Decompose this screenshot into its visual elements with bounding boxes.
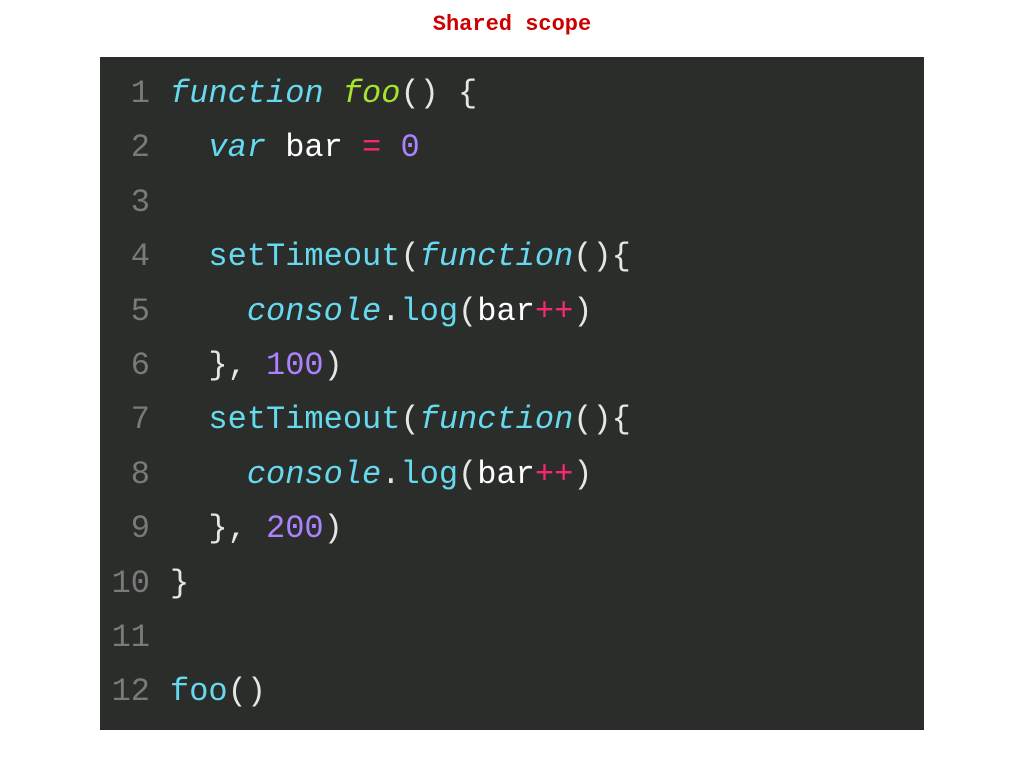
code-line: 8 console.log(bar++) <box>100 448 924 502</box>
code-line: 2 var bar = 0 <box>100 121 924 175</box>
line-number: 7 <box>100 393 170 447</box>
code-line: 3 <box>100 176 924 230</box>
code-line: 9 }, 200) <box>100 502 924 556</box>
line-number: 6 <box>100 339 170 393</box>
code-content: function foo() { <box>170 67 477 121</box>
code-line: 6 }, 100) <box>100 339 924 393</box>
code-line: 10 } <box>100 557 924 611</box>
line-number: 12 <box>100 665 170 719</box>
code-line: 1 function foo() { <box>100 67 924 121</box>
code-editor: 1 function foo() { 2 var bar = 0 3 4 set… <box>100 57 924 730</box>
line-number: 1 <box>100 67 170 121</box>
line-number: 10 <box>100 557 170 611</box>
line-number: 4 <box>100 230 170 284</box>
code-line: 5 console.log(bar++) <box>100 285 924 339</box>
code-content: console.log(bar++) <box>170 448 592 502</box>
code-content: setTimeout(function(){ <box>170 230 631 284</box>
code-content: setTimeout(function(){ <box>170 393 631 447</box>
code-line: 11 <box>100 611 924 665</box>
code-content: } <box>170 557 189 611</box>
page-title: Shared scope <box>0 0 1024 57</box>
line-number: 3 <box>100 176 170 230</box>
code-content: foo() <box>170 665 266 719</box>
code-content: var bar = 0 <box>170 121 420 175</box>
code-content: }, 100) <box>170 339 343 393</box>
code-line: 7 setTimeout(function(){ <box>100 393 924 447</box>
code-content: console.log(bar++) <box>170 285 592 339</box>
line-number: 5 <box>100 285 170 339</box>
code-line: 4 setTimeout(function(){ <box>100 230 924 284</box>
line-number: 9 <box>100 502 170 556</box>
line-number: 2 <box>100 121 170 175</box>
code-content: }, 200) <box>170 502 343 556</box>
line-number: 8 <box>100 448 170 502</box>
line-number: 11 <box>100 611 170 665</box>
code-line: 12 foo() <box>100 665 924 719</box>
